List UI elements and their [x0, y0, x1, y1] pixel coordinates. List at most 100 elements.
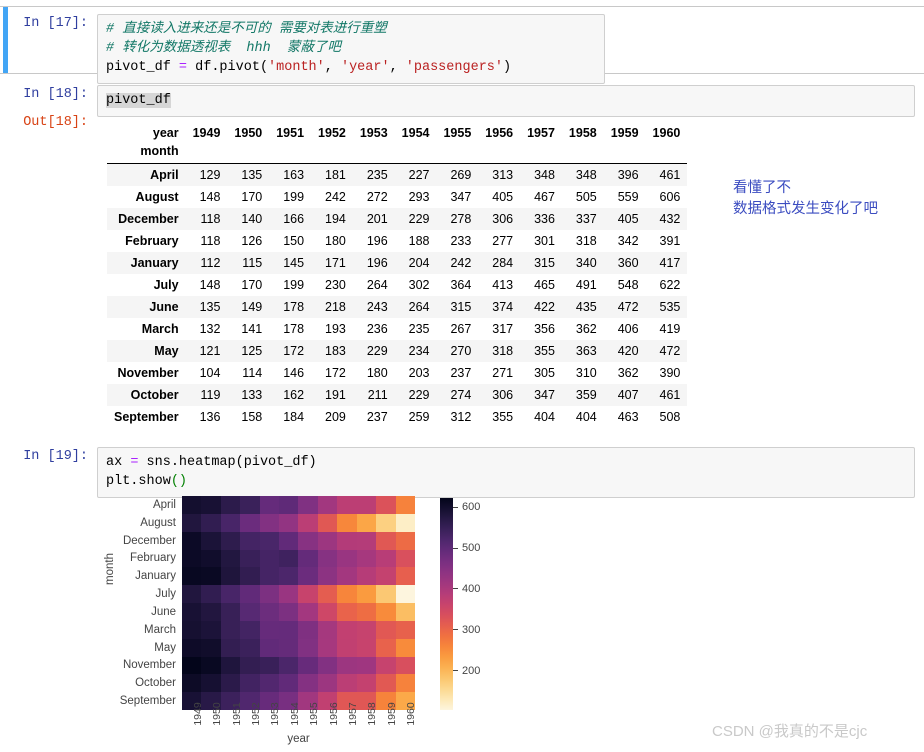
table-cell: 242 [325, 190, 346, 204]
heatmap-cell [376, 620, 396, 639]
table-head: year 1949 1950 1951 1952 1953 1954 1955 1956 195… [107, 122, 688, 164]
heatmap-cell [182, 656, 202, 675]
code-line-comment-2: # 转化为数据透视表 hhh 蒙蔽了吧 [106, 39, 596, 58]
y-tick-March: March [144, 623, 176, 636]
table-cell: 264 [366, 278, 388, 292]
table-cell: 396 [617, 168, 639, 182]
heatmap-cell [317, 549, 338, 568]
column-header-spacer-9 [562, 142, 604, 164]
heatmap-cell [317, 638, 338, 657]
heatmap-cell [376, 585, 396, 603]
heatmap-cell [259, 638, 280, 657]
heatmap-cell [376, 531, 396, 550]
table-cell: 284 [492, 256, 514, 270]
code-text-pivot-df: pivot_df [106, 93, 171, 108]
table-row: June 135 149 178 218 243 264 315 374 422 435 472 535 [107, 296, 688, 318]
row-header-December: December [118, 212, 179, 226]
heatmap-cell [259, 549, 280, 568]
table-cell: 317 [492, 322, 514, 336]
table-cell: 272 [366, 190, 388, 204]
code-line-pivot-df: pivot_df [106, 91, 906, 110]
heatmap-cell [279, 513, 299, 532]
heatmap-cell [259, 585, 280, 603]
table-cell: 183 [325, 344, 346, 358]
heatmap-cell [395, 549, 415, 568]
table-row: October 119 133 162 191 211 229 274 306 347 359 407… [107, 384, 688, 406]
table-cell: 229 [408, 212, 430, 226]
heatmap-cell [376, 638, 396, 657]
y-tick-November: November [122, 659, 176, 672]
heatmap-cell [240, 567, 260, 586]
table-cell: 422 [534, 300, 555, 314]
column-index-name: year [152, 126, 179, 140]
heatmap-y-axis-label: month [104, 553, 116, 585]
table-cell: 312 [450, 410, 472, 424]
column-header-spacer-7 [478, 142, 520, 164]
row-header-September: September [114, 410, 179, 424]
heatmap-cell [376, 656, 396, 675]
heatmap-cell [376, 549, 396, 568]
table-cell: 348 [534, 168, 555, 182]
table-cell: 242 [450, 256, 472, 270]
table-cell: 236 [366, 322, 388, 336]
table-cell: 505 [575, 190, 597, 204]
table-cell: 310 [575, 366, 597, 380]
heatmap-cell [201, 496, 221, 514]
heatmap-cell [337, 656, 357, 675]
table-cell: 140 [241, 212, 263, 226]
table-cell: 559 [617, 190, 639, 204]
heatmap-cell [298, 531, 318, 550]
table-cell: 199 [283, 190, 305, 204]
table-cell: 259 [408, 410, 430, 424]
column-header-spacer-10 [604, 142, 646, 164]
heatmap-cell [259, 656, 280, 675]
heatmap-cell [298, 549, 318, 568]
heatmap-cell [182, 531, 202, 550]
code-editor-in-17[interactable]: # 直接读入进来还是不可的 需要对表进行重塑 # 转化为数据透视表 hhh 蒙蔽… [97, 14, 605, 84]
table-cell: 112 [200, 256, 221, 270]
heatmap-cell [395, 496, 415, 514]
table-cell: 170 [241, 278, 263, 292]
table-cell: 508 [659, 410, 681, 424]
heatmap-cell [240, 496, 260, 514]
y-tick-September: September [119, 695, 176, 708]
column-header-spacer-3 [311, 142, 353, 164]
heatmap-cell [259, 674, 280, 693]
table-cell: 237 [450, 366, 472, 380]
heatmap-cell [337, 585, 357, 603]
comment-text-2: # 转化为数据透视表 hhh 蒙蔽了吧 [106, 41, 341, 56]
heatmap-cell [337, 549, 357, 568]
row-header-June: June [149, 300, 179, 314]
heatmap-cell [240, 513, 260, 532]
heatmap-cell [395, 513, 415, 532]
table-cell: 359 [575, 388, 597, 402]
heatmap-cell [337, 674, 357, 693]
table-cell: 336 [534, 212, 555, 226]
table-cell: 209 [325, 410, 346, 424]
heatmap-cell [182, 674, 202, 693]
heatmap-cell [201, 549, 221, 568]
column-header-spacer-11 [646, 142, 688, 164]
heatmap-cell [259, 603, 280, 621]
table-cell: 274 [450, 388, 472, 402]
table-cell: 126 [241, 234, 263, 248]
table-cell: 172 [325, 366, 346, 380]
table-cell: 204 [408, 256, 430, 270]
heatmap-cell [279, 638, 299, 657]
table-cell: 277 [492, 234, 514, 248]
table-cell: 306 [492, 212, 514, 226]
column-header-spacer-4 [353, 142, 395, 164]
heatmap-cell [220, 656, 241, 675]
row-header-August: August [135, 190, 179, 204]
heatmap-cell [298, 656, 318, 675]
heatmap-cell [317, 603, 338, 621]
table-cell: 347 [534, 388, 555, 402]
table-cell: 145 [283, 256, 305, 270]
heatmap-cell [395, 674, 415, 693]
annotation-note: 看懂了不 数据格式发生变化了吧 [733, 180, 878, 217]
heatmap-cell [337, 620, 357, 639]
table-cell: 278 [450, 212, 472, 226]
table-row: September 136 158 184 209 237 259 312 355 404 404 4… [107, 406, 688, 428]
table-cell: 465 [534, 278, 555, 292]
column-header-1956: 1956 [485, 126, 514, 140]
